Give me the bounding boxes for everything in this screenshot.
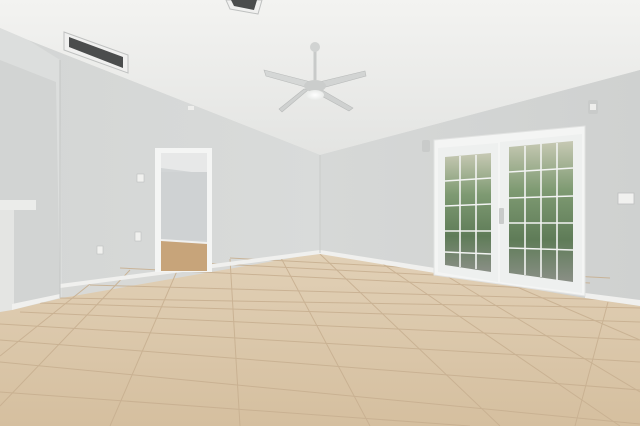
french-doors[interactable] [433,125,586,297]
door-handle[interactable] [499,208,504,224]
light-switch-icon[interactable] [617,192,635,205]
thermostat[interactable] [136,173,145,183]
outlet-icon[interactable] [96,245,104,255]
light-switch-left[interactable] [134,231,142,242]
open-doorway [155,148,212,272]
fan-light [306,90,324,100]
room-photo [0,0,640,426]
wall-sconce-icon [588,100,598,114]
counter-edge [0,200,36,210]
wall-sconce-left [422,140,430,152]
smoke-detector [188,106,194,110]
